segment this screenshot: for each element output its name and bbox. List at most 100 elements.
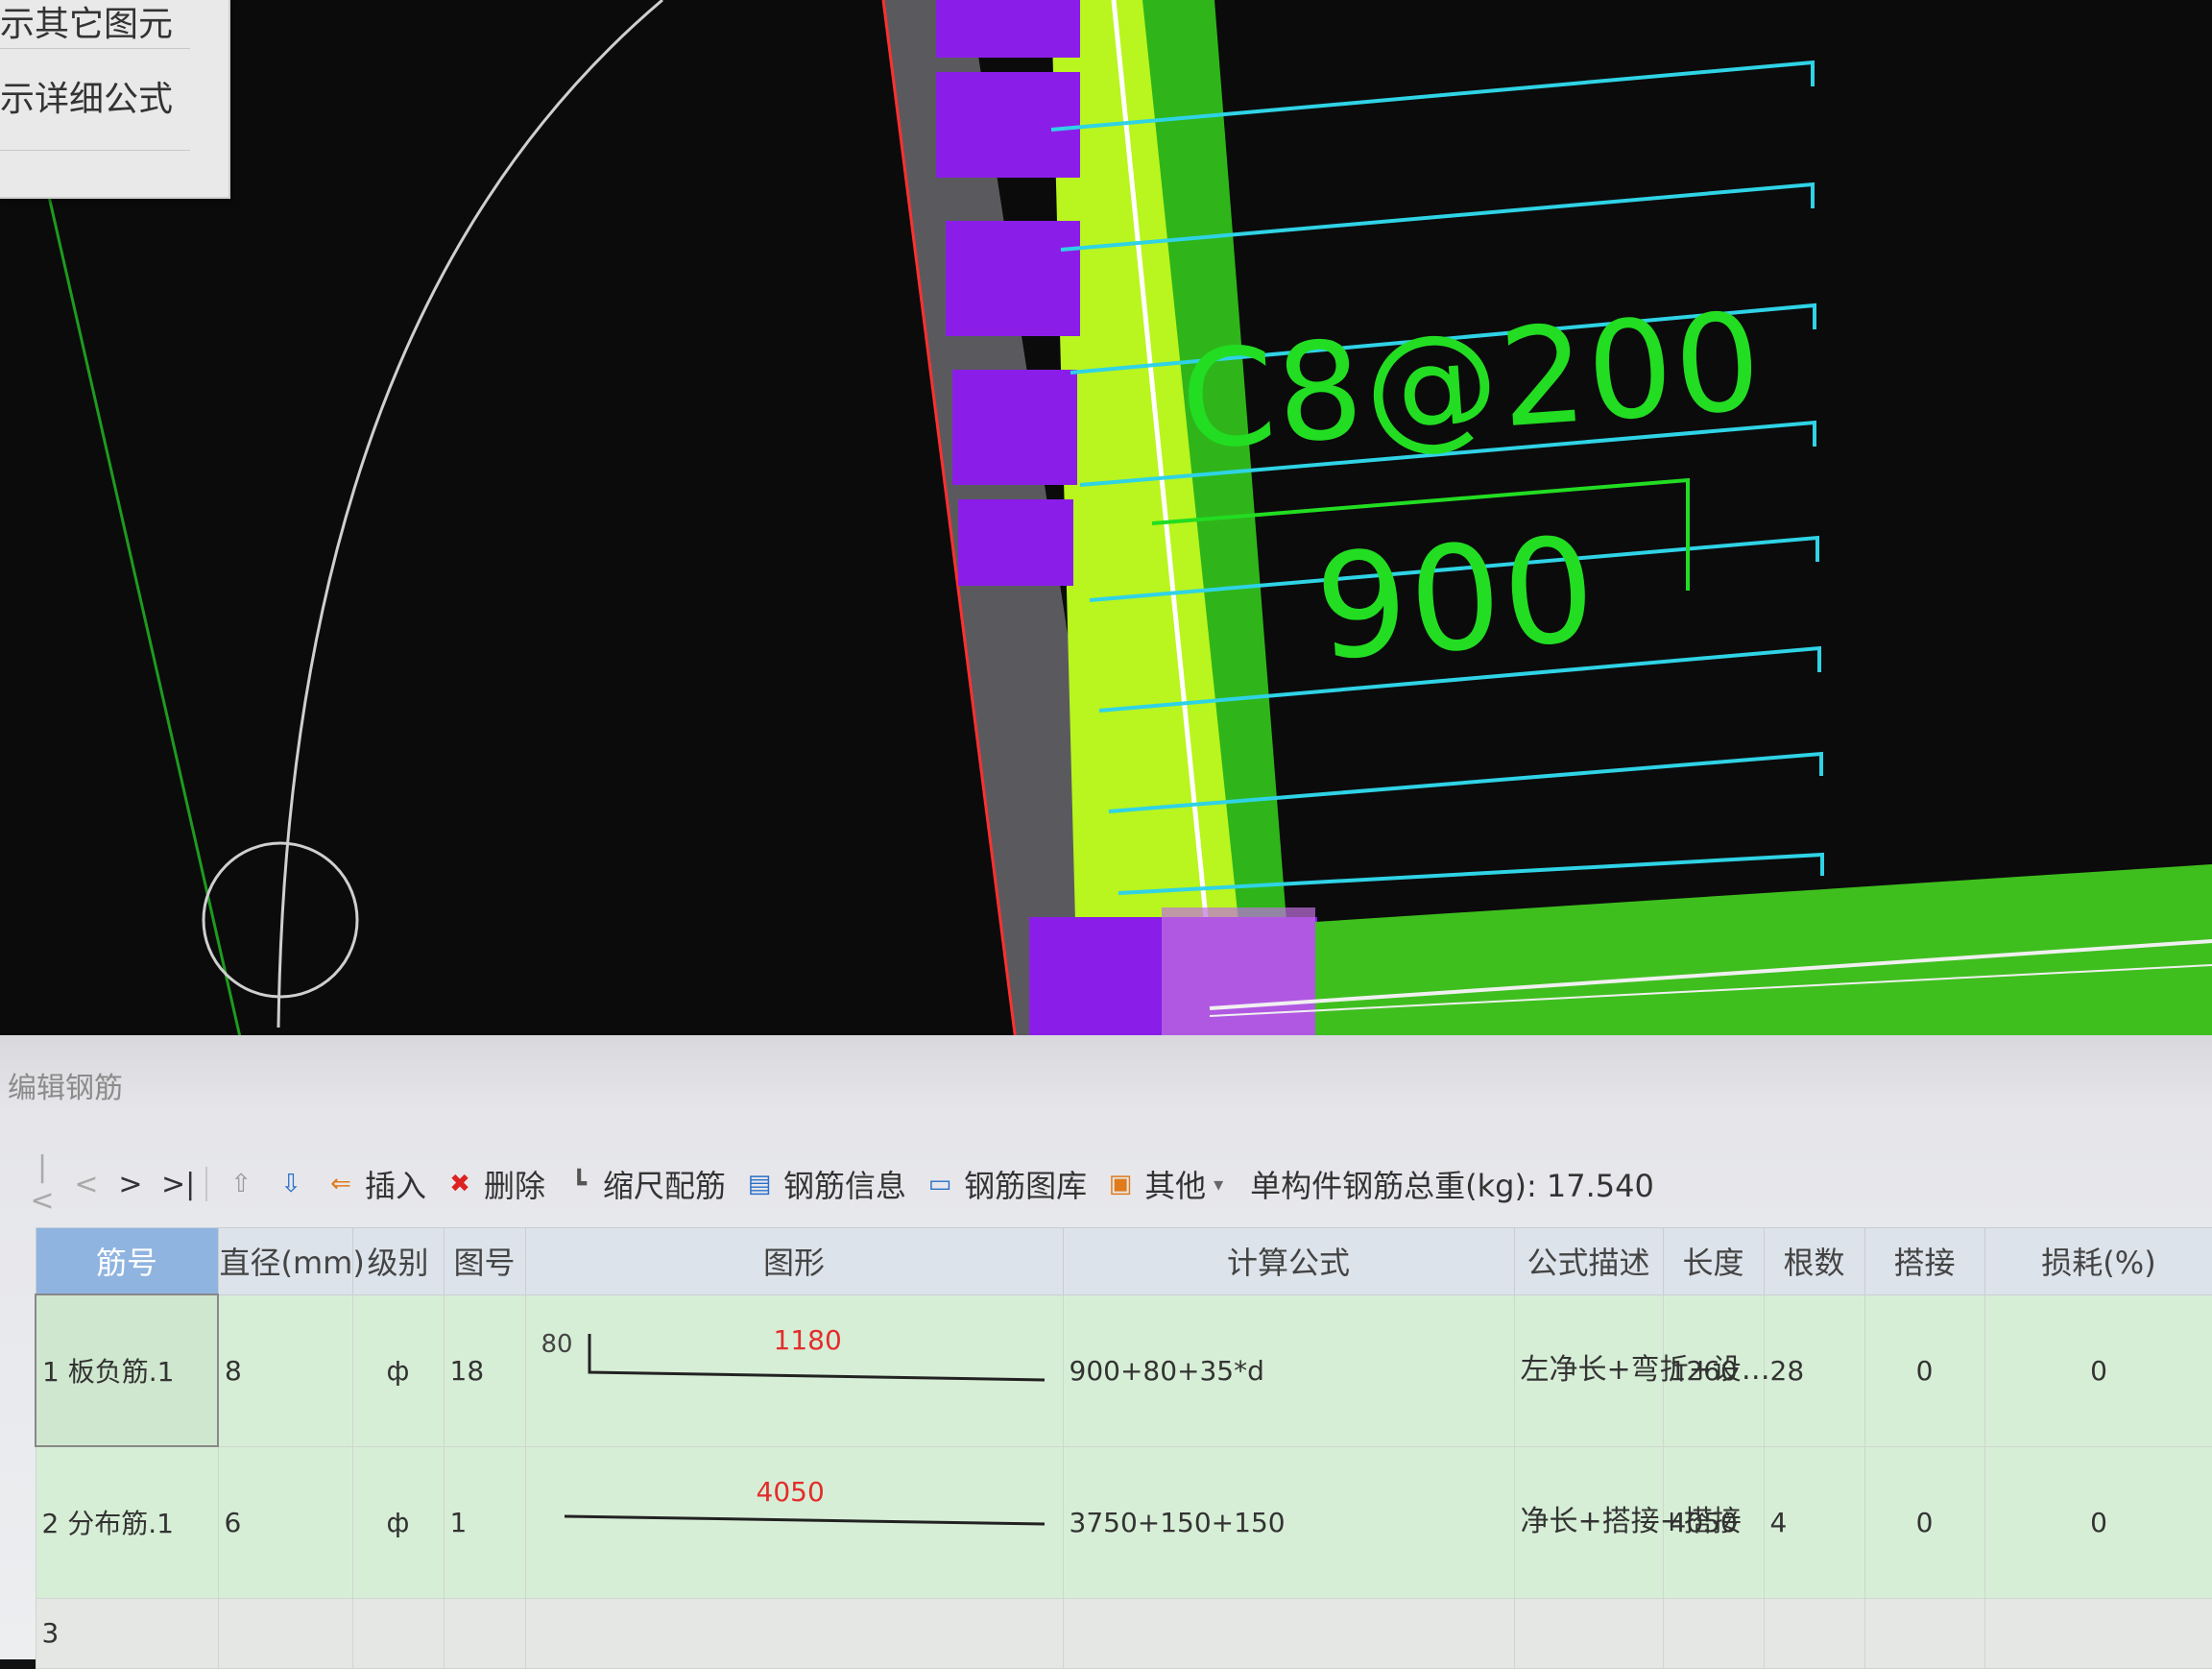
rebar-shape-hook [588,1333,1045,1381]
shape-cell[interactable]: 4050 [524,1445,1064,1599]
column-block [1162,907,1315,1052]
delete-button[interactable]: ✖ 删除 [444,1162,545,1206]
total-weight-label: 单构件钢筋总重(kg): 17.540 [1250,1168,1654,1204]
table-row[interactable]: 2 分布筋.1 6 ф 1 4050 3750+150+150 净长+搭接+搭接… [35,1445,2212,1599]
scale-rebar-icon: ┗ [571,1170,587,1198]
column-header[interactable]: 图号 [443,1227,526,1295]
scale-rebar-button[interactable]: ┗ 缩尺配筋 [563,1162,726,1206]
rebar-library-label: 钢筋图库 [964,1168,1088,1204]
axis-line [46,191,242,1038]
column-block [946,221,1080,336]
column-block [958,499,1073,586]
row-index: 3 [41,1617,60,1650]
formula-cell[interactable]: 3750+150+150 [1062,1445,1515,1599]
description-cell[interactable]: 净长+搭接+搭接 [1513,1445,1742,1599]
arc-line [276,0,663,1028]
column-header[interactable]: 根数 [1763,1227,1865,1295]
row-index: 2 [41,1508,60,1540]
grade-cell[interactable]: ф [351,1294,445,1447]
formula-cell[interactable] [1062,1597,1515,1669]
figure-no-cell[interactable]: 1 [443,1445,526,1599]
loss-cell[interactable] [1984,1597,2212,1669]
length-cell[interactable] [1662,1597,1765,1669]
rebar-info-button[interactable]: ▤ 钢筋信息 [743,1162,906,1206]
description-cell[interactable] [1513,1597,1664,1669]
rebar-info-icon: ▤ [747,1170,772,1198]
column-header[interactable]: 筋号 [35,1227,219,1295]
other-icon: ▣ [1108,1170,1133,1198]
shape-cell[interactable] [524,1597,1064,1669]
grade-cell[interactable] [351,1597,445,1669]
other-dropdown-button[interactable]: ▣ 其他 ▾ [1104,1162,1223,1206]
rebar-name: 板负筋.1 [67,1356,175,1389]
rebar-library-button[interactable]: ▭ 钢筋图库 [924,1162,1087,1206]
toolbar-separator [205,1167,207,1201]
rebar-name-cell[interactable]: 1 板负筋.1 [35,1293,219,1448]
table-header-row: 筋号 直径(mm) 级别 图号 图形 计算公式 公式描述 长度 根数 搭接 损耗… [35,1227,2212,1295]
column-block [936,72,1080,178]
loss-cell[interactable]: 0 [1984,1294,2212,1447]
delete-label: 删除 [484,1168,546,1204]
cad-drawing [46,0,2212,1056]
menu-separator [0,48,190,49]
diameter-cell[interactable]: 6 [217,1445,353,1599]
diameter-cell[interactable]: 8 [217,1294,353,1447]
formula-cell[interactable]: 900+80+35*d [1062,1294,1515,1447]
context-menu: 示其它图元 示详细公式 [0,0,230,199]
rebar-shape-straight [564,1514,1045,1526]
menu-separator [0,150,190,151]
lap-cell[interactable]: 0 [1863,1445,1985,1599]
insert-button[interactable]: ⇐ 插入 [325,1162,426,1206]
count-cell[interactable]: 28 [1763,1294,1865,1447]
lap-cell[interactable] [1863,1597,1985,1669]
rebar-name-cell[interactable]: 3 [35,1597,219,1669]
prev-record-button[interactable]: < [73,1168,100,1201]
grade-cell[interactable]: ф [351,1445,445,1599]
move-up-icon[interactable]: ⇧ [225,1168,257,1200]
column-header[interactable]: 图形 [524,1227,1064,1295]
rebar-info-label: 钢筋信息 [783,1168,907,1204]
context-menu-item-show-formula[interactable]: 示详细公式 [0,71,173,121]
insert-label: 插入 [365,1168,427,1204]
column-header[interactable]: 损耗(%) [1984,1227,2212,1295]
column-header[interactable]: 长度 [1662,1227,1765,1295]
insert-icon: ⇐ [330,1170,351,1198]
delete-icon: ✖ [449,1170,470,1198]
column-header[interactable]: 级别 [351,1227,445,1295]
scale-rebar-label: 缩尺配筋 [603,1168,727,1204]
column-block [952,370,1077,485]
count-cell[interactable] [1763,1597,1865,1669]
edit-rebar-panel: 编辑钢筋 |< < > >| ⇧ ⇩ ⇐ 插入 ✖ 删除 ┗ 缩尺配筋 ▤ 钢筋… [0,1035,2212,1669]
context-menu-item-show-other[interactable]: 示其它图元 [0,0,173,46]
description-cell[interactable]: 左净长+弯折+设… [1513,1294,1770,1447]
column-header[interactable]: 公式描述 [1513,1227,1664,1295]
shape-cell[interactable]: 80 1180 [524,1294,1064,1447]
table-row[interactable]: 1 板负筋.1 8 ф 18 80 1180 900+80+35*d 左净长+弯… [35,1293,2212,1448]
column-header[interactable]: 搭接 [1863,1227,1985,1295]
slab-bottom [1315,864,2212,1056]
diameter-cell[interactable] [217,1597,353,1669]
table-row[interactable]: 3 [35,1597,2212,1669]
rebar-library-icon: ▭ [927,1170,952,1198]
column-header[interactable]: 直径(mm) [217,1227,365,1295]
count-cell[interactable]: 4 [1763,1445,1865,1599]
dimension-label: 900 [1310,506,1602,693]
rebar-name-cell[interactable]: 2 分布筋.1 [35,1445,219,1599]
figure-no-cell[interactable] [443,1597,526,1669]
length-cell[interactable]: 4050 [1662,1445,1765,1599]
loss-cell[interactable]: 0 [1984,1445,2212,1599]
column-header[interactable]: 计算公式 [1062,1227,1515,1295]
panel-title: 编辑钢筋 [8,1072,123,1105]
figure-no-cell[interactable]: 18 [443,1294,526,1447]
cad-viewport[interactable]: C8@200 900 示其它图元 示详细公式 [0,0,2212,1056]
other-label: 其他 [1144,1168,1207,1204]
first-record-button[interactable]: |< [29,1150,56,1218]
toolbar: |< < > >| ⇧ ⇩ ⇐ 插入 ✖ 删除 ┗ 缩尺配筋 ▤ 钢筋信息 ▭ … [29,1150,2212,1218]
last-record-button[interactable]: >| [161,1168,195,1201]
move-down-icon[interactable]: ⇩ [275,1168,307,1200]
rebar-table: 筋号 直径(mm) 级别 图号 图形 计算公式 公式描述 长度 根数 搭接 损耗… [35,1227,2212,1669]
next-record-button[interactable]: > [117,1168,144,1201]
chevron-down-icon: ▾ [1214,1173,1224,1196]
lap-cell[interactable]: 0 [1863,1294,1985,1447]
row-index: 1 [42,1356,60,1389]
